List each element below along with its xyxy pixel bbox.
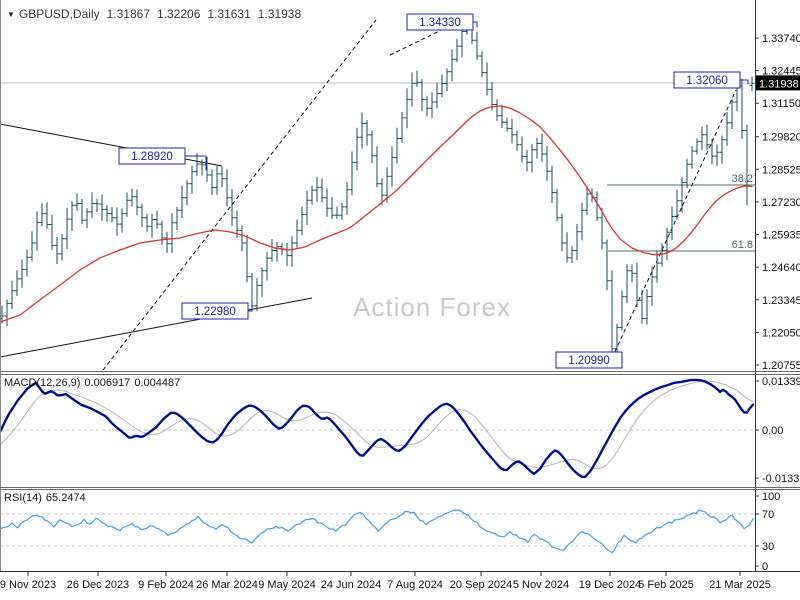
svg-text:21 Mar 2025: 21 Mar 2025 [709,579,771,591]
svg-text:20 Sep 2024: 20 Sep 2024 [450,579,512,591]
rsi-value: 65.2474 [45,492,86,504]
moving-average-line [0,105,753,323]
svg-text:1.22050: 1.22050 [762,327,800,339]
svg-text:61.8: 61.8 [732,239,753,251]
svg-text:1.31150: 1.31150 [762,98,800,110]
trading-chart-window: Action Forex 38.2 61.8 1.34330 1.32060 1.289… [0,0,800,600]
macd-pane [0,378,755,479]
svg-text:5 Feb 2025: 5 Feb 2025 [638,579,694,591]
svg-text:1.20755: 1.20755 [762,360,800,372]
svg-text:9 Feb 2024: 9 Feb 2024 [138,579,194,591]
svg-text:30: 30 [762,541,774,553]
svg-text:5 Nov 2024: 5 Nov 2024 [513,579,569,591]
svg-text:0.00: 0.00 [762,425,783,437]
chart-canvas[interactable]: 38.2 61.8 1.34330 1.32060 1.28920 1.22980 1.20… [0,0,800,600]
symbol-period-label: GBPUSD,Daily [18,7,100,21]
rsi-indicator-label: RSI(14) 65.2474 [4,492,90,504]
svg-text:26 Dec 2023: 26 Dec 2023 [67,579,129,591]
dropdown-triangle-icon[interactable]: ▼ [7,10,15,19]
macd-axis: 0.013392 0.00 -0.013378 [755,376,800,485]
time-axis[interactable]: 9 Nov 2023 26 Dec 2023 9 Feb 2024 26 Mar 20… [0,571,771,591]
svg-text:1.31938: 1.31938 [759,78,799,90]
svg-text:9 Nov 2023: 9 Nov 2023 [0,579,56,591]
ohlc-close: 1.31938 [257,7,302,21]
svg-text:0.013392: 0.013392 [762,376,800,388]
macd-indicator-label: MACD(12,26,9) 0.006917 0.004487 [4,377,184,389]
svg-text:38.2: 38.2 [732,173,753,185]
svg-text:1.29820: 1.29820 [762,132,800,144]
fib-retracement-levels[interactable]: 38.2 61.8 [607,173,755,252]
macd-name: MACD(12,26,9) [4,377,81,389]
svg-text:19 Dec 2024: 19 Dec 2024 [579,579,641,591]
price-label-boxes[interactable]: 1.34330 1.32060 1.28920 1.22980 1.20990 [118,13,749,369]
chart-title: ▼ GBPUSD,Daily 1.31867 1.32206 1.31631 1.3193… [7,7,301,21]
svg-text:7 Aug 2024: 7 Aug 2024 [387,579,443,591]
ohlc-low: 1.31631 [207,7,251,21]
price-bars-series [0,15,755,360]
svg-text:1.28525: 1.28525 [762,164,800,176]
svg-text:1.22980: 1.22980 [194,306,236,318]
svg-text:70: 70 [762,509,774,521]
ohlc-open: 1.31867 [106,7,150,21]
svg-text:1.28920: 1.28920 [131,151,173,163]
svg-text:9 May 2024: 9 May 2024 [258,579,315,591]
svg-text:1.23345: 1.23345 [762,295,800,307]
svg-text:1.20990: 1.20990 [568,355,610,367]
svg-text:100: 100 [762,491,780,503]
svg-text:-0.013378: -0.013378 [762,473,800,485]
ohlc-high: 1.32206 [157,7,201,21]
svg-text:24 Jun 2024: 24 Jun 2024 [321,579,382,591]
rsi-pane [0,509,755,554]
rsi-name: RSI(14) [4,492,42,504]
price-axis[interactable]: 1.337401.324451.311501.298201.285251.272… [755,33,800,372]
svg-text:1.34330: 1.34330 [419,17,461,29]
svg-text:26 Mar 2024: 26 Mar 2024 [196,579,258,591]
svg-text:1.33740: 1.33740 [762,33,800,45]
macd-main-value: 0.006917 [84,377,131,389]
trendlines[interactable] [0,19,737,371]
svg-text:1.25935: 1.25935 [762,230,800,242]
svg-text:1.32060: 1.32060 [686,75,728,87]
svg-text:0: 0 [762,561,768,573]
svg-text:1.24640: 1.24640 [762,262,800,274]
svg-text:1.27230: 1.27230 [762,197,800,209]
rsi-axis: 100 70 30 0 [755,491,780,573]
macd-signal-value: 0.004487 [134,377,181,389]
